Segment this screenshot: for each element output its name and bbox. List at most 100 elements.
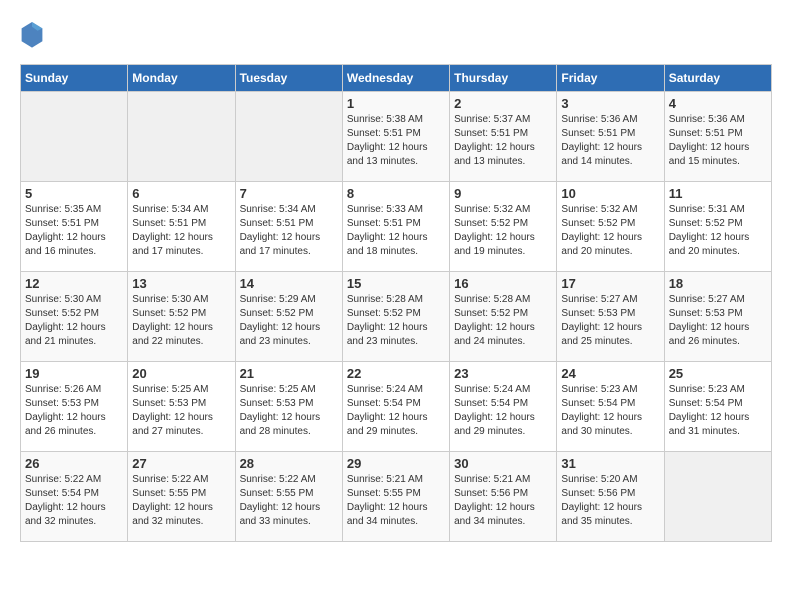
day-number: 15 [347,276,445,291]
day-number: 6 [132,186,230,201]
day-number: 30 [454,456,552,471]
day-cell: 13 Sunrise: 5:30 AM Sunset: 5:52 PM Dayli… [128,272,235,362]
day-info: Sunrise: 5:32 AM Sunset: 5:52 PM Dayligh… [561,203,659,259]
day-cell: 11Sunrise: 5:31 AM Sunset: 5:52 PM Dayli… [664,182,771,272]
day-number: 21 [240,366,338,381]
day-number: 22 [347,366,445,381]
logo [20,20,48,48]
day-number: 12 [25,276,123,291]
day-cell: 30 Sunrise: 5:21 AM Sunset: 5:56 PM Dayli… [450,452,557,542]
day-cell: 19 Sunrise: 5:26 AM Sunset: 5:53 PM Dayli… [21,362,128,452]
page-header [20,20,772,48]
day-number: 2 [454,96,552,111]
day-info: Sunrise: 5:36 AM Sunset: 5:51 PM Dayligh… [669,113,767,169]
day-number: 24 [561,366,659,381]
day-number: 26 [25,456,123,471]
week-row-1: 1Sunrise: 5:38 AM Sunset: 5:51 PM Daylig… [21,92,772,182]
header-cell-saturday: Saturday [664,65,771,92]
day-info: Sunrise: 5:27 AM Sunset: 5:53 PM Dayligh… [669,293,767,349]
day-cell: 7 Sunrise: 5:34 AM Sunset: 5:51 PM Daylig… [235,182,342,272]
day-number: 16 [454,276,552,291]
day-info: Sunrise: 5:36 AM Sunset: 5:51 PM Dayligh… [561,113,659,169]
day-info: Sunrise: 5:32 AM Sunset: 5:52 PM Dayligh… [454,203,552,259]
day-cell: 21 Sunrise: 5:25 AM Sunset: 5:53 PM Dayli… [235,362,342,452]
day-number: 18 [669,276,767,291]
day-number: 8 [347,186,445,201]
day-cell: 2Sunrise: 5:37 AM Sunset: 5:51 PM Daylig… [450,92,557,182]
day-cell: 23 Sunrise: 5:24 AM Sunset: 5:54 PM Dayli… [450,362,557,452]
header-cell-wednesday: Wednesday [342,65,449,92]
day-number: 1 [347,96,445,111]
day-cell: 1Sunrise: 5:38 AM Sunset: 5:51 PM Daylig… [342,92,449,182]
day-number: 14 [240,276,338,291]
day-info: Sunrise: 5:21 AM Sunset: 5:55 PM Dayligh… [347,473,445,529]
day-cell [664,452,771,542]
day-cell: 10Sunrise: 5:32 AM Sunset: 5:52 PM Dayli… [557,182,664,272]
day-cell [21,92,128,182]
day-number: 5 [25,186,123,201]
day-number: 31 [561,456,659,471]
day-cell [235,92,342,182]
week-row-3: 12 Sunrise: 5:30 AM Sunset: 5:52 PM Dayli… [21,272,772,362]
day-number: 13 [132,276,230,291]
day-number: 25 [669,366,767,381]
day-cell: 28 Sunrise: 5:22 AM Sunset: 5:55 PM Dayli… [235,452,342,542]
day-cell: 14 Sunrise: 5:29 AM Sunset: 5:52 PM Dayli… [235,272,342,362]
day-cell: 26Sunrise: 5:22 AM Sunset: 5:54 PM Dayli… [21,452,128,542]
day-cell: 24 Sunrise: 5:23 AM Sunset: 5:54 PM Dayli… [557,362,664,452]
day-number: 19 [25,366,123,381]
day-info: Sunrise: 5:27 AM Sunset: 5:53 PM Dayligh… [561,293,659,349]
day-cell: 27Sunrise: 5:22 AM Sunset: 5:55 PM Dayli… [128,452,235,542]
day-info: Sunrise: 5:20 AM Sunset: 5:56 PM Dayligh… [561,473,659,529]
day-info: Sunrise: 5:23 AM Sunset: 5:54 PM Dayligh… [561,383,659,439]
day-cell: 17Sunrise: 5:27 AM Sunset: 5:53 PM Dayli… [557,272,664,362]
day-number: 28 [240,456,338,471]
day-cell: 31 Sunrise: 5:20 AM Sunset: 5:56 PM Dayli… [557,452,664,542]
day-info: Sunrise: 5:35 AM Sunset: 5:51 PM Dayligh… [25,203,123,259]
day-cell: 6 Sunrise: 5:34 AM Sunset: 5:51 PM Daylig… [128,182,235,272]
calendar-body: 1Sunrise: 5:38 AM Sunset: 5:51 PM Daylig… [21,92,772,542]
day-cell [128,92,235,182]
day-number: 29 [347,456,445,471]
day-cell: 22 Sunrise: 5:24 AM Sunset: 5:54 PM Dayli… [342,362,449,452]
day-info: Sunrise: 5:28 AM Sunset: 5:52 PM Dayligh… [454,293,552,349]
day-info: Sunrise: 5:25 AM Sunset: 5:53 PM Dayligh… [240,383,338,439]
day-cell: 15Sunrise: 5:28 AM Sunset: 5:52 PM Dayli… [342,272,449,362]
day-info: Sunrise: 5:31 AM Sunset: 5:52 PM Dayligh… [669,203,767,259]
header-cell-friday: Friday [557,65,664,92]
day-info: Sunrise: 5:30 AM Sunset: 5:52 PM Dayligh… [132,293,230,349]
day-info: Sunrise: 5:34 AM Sunset: 5:51 PM Dayligh… [240,203,338,259]
week-row-2: 5 Sunrise: 5:35 AM Sunset: 5:51 PM Daylig… [21,182,772,272]
header-cell-monday: Monday [128,65,235,92]
day-info: Sunrise: 5:23 AM Sunset: 5:54 PM Dayligh… [669,383,767,439]
day-number: 7 [240,186,338,201]
day-info: Sunrise: 5:26 AM Sunset: 5:53 PM Dayligh… [25,383,123,439]
day-info: Sunrise: 5:33 AM Sunset: 5:51 PM Dayligh… [347,203,445,259]
day-number: 4 [669,96,767,111]
week-row-5: 26Sunrise: 5:22 AM Sunset: 5:54 PM Dayli… [21,452,772,542]
week-row-4: 19 Sunrise: 5:26 AM Sunset: 5:53 PM Dayli… [21,362,772,452]
day-number: 20 [132,366,230,381]
day-cell: 16 Sunrise: 5:28 AM Sunset: 5:52 PM Dayli… [450,272,557,362]
day-cell: 3 Sunrise: 5:36 AM Sunset: 5:51 PM Daylig… [557,92,664,182]
day-number: 9 [454,186,552,201]
day-info: Sunrise: 5:22 AM Sunset: 5:55 PM Dayligh… [240,473,338,529]
logo-icon [20,20,44,48]
day-number: 27 [132,456,230,471]
day-info: Sunrise: 5:29 AM Sunset: 5:52 PM Dayligh… [240,293,338,349]
header-row: SundayMondayTuesdayWednesdayThursdayFrid… [21,65,772,92]
day-cell: 8 Sunrise: 5:33 AM Sunset: 5:51 PM Daylig… [342,182,449,272]
day-info: Sunrise: 5:24 AM Sunset: 5:54 PM Dayligh… [347,383,445,439]
header-cell-thursday: Thursday [450,65,557,92]
day-cell: 9 Sunrise: 5:32 AM Sunset: 5:52 PM Daylig… [450,182,557,272]
day-info: Sunrise: 5:34 AM Sunset: 5:51 PM Dayligh… [132,203,230,259]
day-cell: 20Sunrise: 5:25 AM Sunset: 5:53 PM Dayli… [128,362,235,452]
day-cell: 5 Sunrise: 5:35 AM Sunset: 5:51 PM Daylig… [21,182,128,272]
day-cell: 18 Sunrise: 5:27 AM Sunset: 5:53 PM Dayli… [664,272,771,362]
day-number: 23 [454,366,552,381]
day-info: Sunrise: 5:24 AM Sunset: 5:54 PM Dayligh… [454,383,552,439]
day-info: Sunrise: 5:21 AM Sunset: 5:56 PM Dayligh… [454,473,552,529]
calendar-table: SundayMondayTuesdayWednesdayThursdayFrid… [20,64,772,542]
day-info: Sunrise: 5:30 AM Sunset: 5:52 PM Dayligh… [25,293,123,349]
day-number: 3 [561,96,659,111]
